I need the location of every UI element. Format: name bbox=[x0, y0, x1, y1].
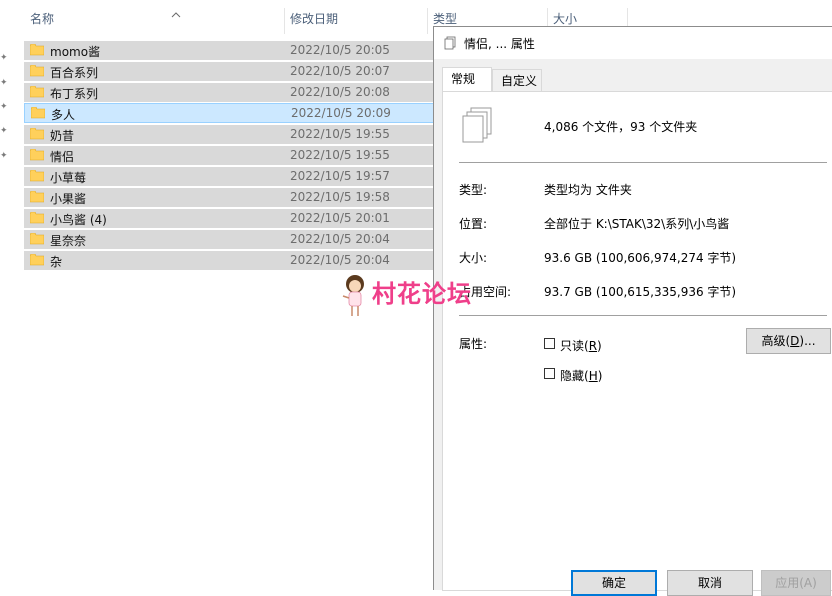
folder-icon bbox=[30, 44, 44, 56]
column-divider[interactable] bbox=[284, 8, 285, 34]
file-date: 2022/10/5 20:09 bbox=[291, 106, 391, 120]
folder-icon bbox=[30, 254, 44, 266]
column-header-name[interactable]: 名称 bbox=[30, 8, 54, 30]
pin-icon[interactable]: ✦ bbox=[0, 102, 12, 114]
file-row-qinglv[interactable]: 情侣 2022/10/5 19:55 bbox=[24, 145, 444, 165]
type-label: 类型: bbox=[459, 183, 488, 197]
column-header-date[interactable]: 修改日期 bbox=[290, 8, 338, 30]
hidden-checkbox[interactable] bbox=[544, 368, 555, 379]
folder-icon bbox=[30, 191, 44, 203]
file-date: 2022/10/5 19:55 bbox=[290, 127, 390, 141]
file-row-za[interactable]: 杂 2022/10/5 20:04 bbox=[24, 250, 444, 270]
file-row-buding[interactable]: 布丁系列 2022/10/5 20:08 bbox=[24, 82, 444, 102]
hidden-checkbox-label: 隐藏(H) bbox=[560, 369, 603, 383]
multiple-files-icon bbox=[444, 36, 456, 50]
divider bbox=[459, 315, 827, 316]
tab-general[interactable]: 常规 bbox=[442, 67, 492, 91]
file-row-xiaoniaojiang[interactable]: 小鸟酱 (4) 2022/10/5 20:01 bbox=[24, 208, 444, 228]
type-value: 类型均为 文件夹 bbox=[544, 183, 632, 197]
watermark-text: 村花论坛 bbox=[372, 280, 472, 308]
pin-icon[interactable]: ✦ bbox=[0, 53, 12, 65]
file-date: 2022/10/5 19:57 bbox=[290, 169, 390, 183]
folder-icon bbox=[30, 170, 44, 182]
location-value: 全部位于 K:\STAK\32\系列\小鸟酱 bbox=[544, 217, 730, 231]
file-name: 百合系列 bbox=[50, 66, 99, 80]
file-date: 2022/10/5 20:01 bbox=[290, 211, 390, 225]
file-name: 星奈奈 bbox=[50, 234, 87, 248]
selection-summary: 4,086 个文件，93 个文件夹 bbox=[544, 120, 698, 134]
pin-icon[interactable]: ✦ bbox=[0, 151, 12, 163]
file-name: 杂 bbox=[50, 255, 63, 269]
size-label: 大小: bbox=[459, 251, 488, 265]
file-row-momo[interactable]: momo酱 2022/10/5 20:05 bbox=[24, 40, 444, 60]
dialog-title: 情侣, ... 属性 bbox=[464, 37, 535, 51]
file-row-baihe[interactable]: 百合系列 2022/10/5 20:07 bbox=[24, 61, 444, 81]
pin-icon[interactable]: ✦ bbox=[0, 126, 12, 138]
file-date: 2022/10/5 20:04 bbox=[290, 232, 390, 246]
tab-custom[interactable]: 自定义 bbox=[492, 69, 542, 91]
disk-size-value: 93.7 GB (100,615,335,936 字节) bbox=[544, 285, 737, 299]
apply-button[interactable]: 应用(A) bbox=[761, 570, 831, 596]
folder-icon bbox=[30, 212, 44, 224]
readonly-checkbox[interactable] bbox=[544, 338, 555, 349]
file-row-xingnainai[interactable]: 星奈奈 2022/10/5 20:04 bbox=[24, 229, 444, 249]
location-label: 位置: bbox=[459, 217, 488, 231]
dialog-titlebar[interactable]: 情侣, ... 属性 bbox=[434, 27, 832, 59]
file-name: momo酱 bbox=[50, 45, 101, 59]
folder-icon bbox=[30, 149, 44, 161]
ok-button[interactable]: 确定 bbox=[571, 570, 657, 596]
column-divider[interactable] bbox=[427, 8, 428, 34]
folder-icon bbox=[30, 65, 44, 77]
file-date: 2022/10/5 20:07 bbox=[290, 64, 390, 78]
file-row-xiaocaomei[interactable]: 小草莓 2022/10/5 19:57 bbox=[24, 166, 444, 186]
file-name: 情侣 bbox=[50, 150, 75, 164]
file-date: 2022/10/5 20:04 bbox=[290, 253, 390, 267]
attributes-label: 属性: bbox=[459, 337, 488, 351]
file-name: 小果酱 bbox=[50, 192, 87, 206]
file-row-duoren-selected[interactable]: 多人 2022/10/5 20:09 bbox=[24, 103, 444, 123]
file-date: 2022/10/5 19:58 bbox=[290, 190, 390, 204]
divider bbox=[459, 162, 827, 163]
file-row-xiaoguojiang[interactable]: 小果酱 2022/10/5 19:58 bbox=[24, 187, 444, 207]
file-date: 2022/10/5 20:08 bbox=[290, 85, 390, 99]
folder-icon bbox=[30, 128, 44, 140]
file-name: 小草莓 bbox=[50, 171, 87, 185]
sort-ascending-icon bbox=[171, 12, 181, 18]
multiple-files-icon bbox=[462, 107, 492, 143]
file-name: 小鸟酱 (4) bbox=[50, 213, 107, 227]
readonly-checkbox-label: 只读(R) bbox=[560, 339, 602, 353]
file-date: 2022/10/5 20:05 bbox=[290, 43, 390, 57]
size-value: 93.6 GB (100,606,974,274 字节) bbox=[544, 251, 737, 265]
folder-icon bbox=[30, 86, 44, 98]
file-name: 布丁系列 bbox=[50, 87, 99, 101]
girl-mascot-icon bbox=[342, 275, 364, 316]
file-date: 2022/10/5 19:55 bbox=[290, 148, 390, 162]
folder-icon bbox=[30, 233, 44, 245]
pin-icon[interactable]: ✦ bbox=[0, 78, 12, 90]
file-name: 奶昔 bbox=[50, 129, 75, 143]
file-row-naixi[interactable]: 奶昔 2022/10/5 19:55 bbox=[24, 124, 444, 144]
file-name: 多人 bbox=[51, 108, 76, 122]
advanced-button[interactable]: 高级(D)... bbox=[746, 328, 831, 354]
navigation-pane-strip: ✦ ✦ ✦ ✦ ✦ bbox=[0, 0, 24, 590]
cancel-button[interactable]: 取消 bbox=[667, 570, 753, 596]
forum-watermark: 村花论坛 bbox=[340, 272, 500, 322]
folder-icon bbox=[31, 107, 45, 119]
general-tab-panel: 4,086 个文件，93 个文件夹 类型: 类型均为 文件夹 位置: 全部位于 … bbox=[442, 91, 832, 591]
